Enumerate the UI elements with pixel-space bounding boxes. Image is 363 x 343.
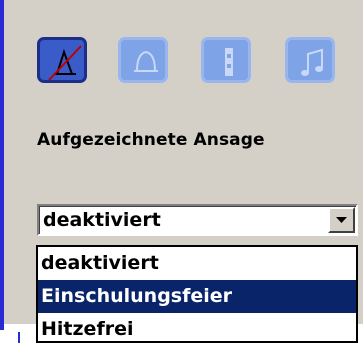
option-deaktiviert[interactable]: deaktiviert — [38, 247, 356, 280]
microphone-off-icon — [48, 45, 82, 81]
panel-divider — [0, 0, 4, 330]
speaker-icon — [225, 48, 233, 76]
bell-icon — [134, 50, 158, 72]
option-hitzefrei[interactable]: Hitzefrei — [38, 313, 356, 341]
select-current-value: deaktiviert — [43, 209, 161, 231]
dropdown-toggle-button[interactable] — [328, 207, 355, 233]
microphone-off-button[interactable] — [37, 37, 87, 83]
option-einschulungsfeier[interactable]: Einschulungsfeier — [38, 280, 356, 313]
panel-divider-tick — [18, 332, 20, 343]
speaker-button[interactable] — [201, 37, 251, 83]
music-button[interactable] — [285, 37, 335, 83]
recorded-announcement-label: Aufgezeichnete Ansage — [37, 130, 265, 150]
announcement-select[interactable]: deaktiviert — [37, 204, 358, 236]
bell-button[interactable] — [118, 37, 168, 83]
announcement-options-list: deaktiviert Einschulungsfeier Hitzefrei — [36, 245, 358, 343]
chevron-down-icon — [336, 217, 347, 223]
music-note-icon — [301, 48, 323, 76]
